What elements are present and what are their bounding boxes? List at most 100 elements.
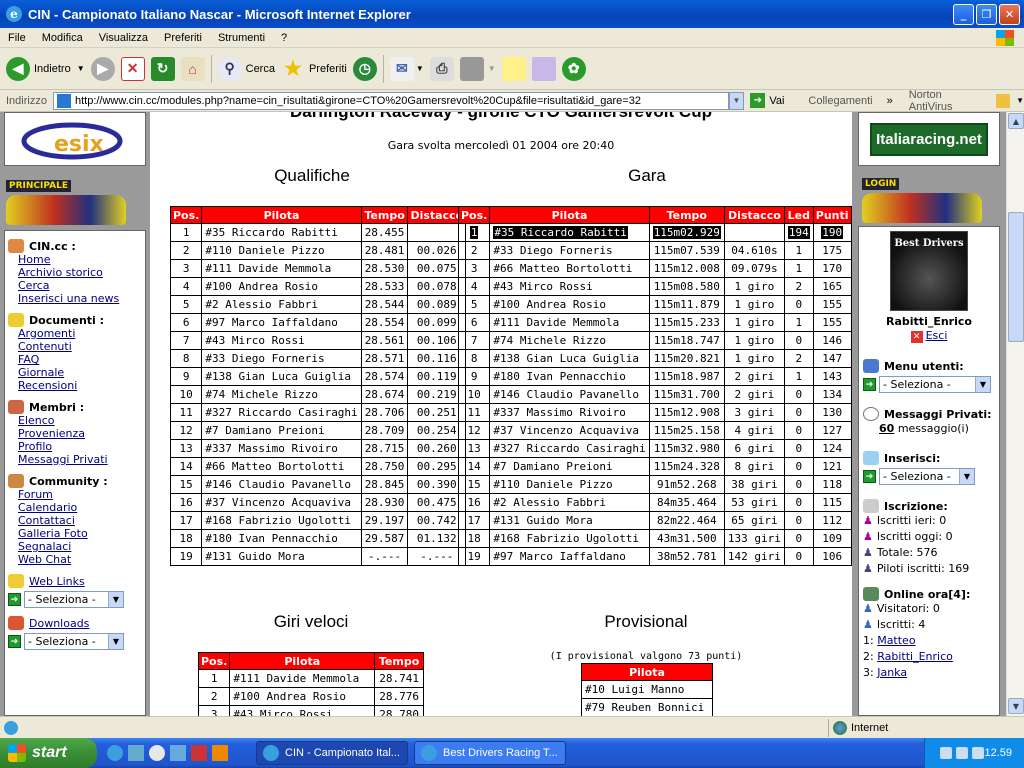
- web-links-heading[interactable]: Web Links: [8, 574, 142, 588]
- task-cin[interactable]: CIN - Campionato Ital...: [256, 741, 408, 765]
- nav-link[interactable]: Calendario: [8, 501, 142, 514]
- edit-button[interactable]: ▼: [459, 56, 496, 81]
- esix-logo[interactable]: esix: [4, 112, 146, 166]
- close-button[interactable]: ✕: [999, 3, 1020, 25]
- shortcut-icon[interactable]: [212, 745, 228, 761]
- resize-grip[interactable]: [1004, 719, 1024, 737]
- outlook-icon[interactable]: [128, 745, 144, 761]
- nav-link[interactable]: Profilo: [8, 440, 142, 453]
- norton-antivirus[interactable]: Norton AntiVirus: [909, 89, 987, 113]
- norton-icon[interactable]: [996, 93, 1011, 108]
- giri-cell: #100 Andrea Rosio: [229, 687, 376, 706]
- qualifiche-cell: 28.674: [360, 385, 409, 404]
- ie-quicklaunch-icon[interactable]: [107, 745, 123, 761]
- giri-cell: 28.741: [374, 669, 424, 688]
- online-user-1[interactable]: 1: Matteo: [863, 633, 995, 649]
- nav-link[interactable]: Inserisci una news: [8, 292, 142, 305]
- menu-file[interactable]: File: [0, 32, 34, 44]
- nav-link[interactable]: Provenienza: [8, 427, 142, 440]
- principale-banner[interactable]: PRINCIPALE: [6, 178, 126, 226]
- table-row: 2 #100 Andrea Rosio 28.776: [197, 687, 424, 706]
- iscritti-oggi: ♟ Iscritti oggi: 0: [863, 530, 953, 543]
- minimize-button[interactable]: _: [953, 3, 974, 25]
- tray-icon[interactable]: [956, 747, 969, 759]
- inserisci-select[interactable]: ➔ - Seleziona - ▼: [863, 468, 995, 485]
- vertical-scrollbar[interactable]: ▲ ▼: [1006, 112, 1024, 716]
- giri-cell: #43 Mirco Rossi: [229, 705, 376, 716]
- task-best-drivers[interactable]: Best Drivers Racing T...: [414, 741, 566, 765]
- maximize-button[interactable]: ❐: [976, 3, 997, 25]
- nav-link[interactable]: Recensioni: [8, 379, 142, 392]
- nav-link[interactable]: Archivio storico: [8, 266, 142, 279]
- qualifiche-cell: 4: [169, 277, 203, 296]
- gara-cell: 04.610s: [723, 241, 785, 260]
- qualifiche-cell: 18: [169, 529, 203, 548]
- menu-modifica[interactable]: Modifica: [34, 32, 91, 44]
- scroll-thumb[interactable]: [1008, 212, 1024, 342]
- links-chevron-icon[interactable]: »: [887, 95, 893, 107]
- left-nav-box: CIN.cc : Home Archivio storico Cerca Inseris…: [4, 230, 146, 716]
- nav-link[interactable]: FAQ: [8, 353, 142, 366]
- gara-cell: 43m31.500: [648, 529, 725, 548]
- downloads-heading[interactable]: Downloads: [8, 616, 142, 630]
- tray-icon[interactable]: [940, 747, 953, 759]
- web-links-select[interactable]: ➔ - Seleziona - ▼: [8, 591, 142, 608]
- mail-button[interactable]: ✉ ▼: [389, 56, 424, 81]
- online-user-2[interactable]: 2: Rabitti_Enrico: [863, 649, 995, 665]
- search-button[interactable]: ⚲ Cerca: [217, 56, 275, 81]
- menu-utenti-select[interactable]: ➔ - Seleziona - ▼: [863, 376, 995, 393]
- message-count[interactable]: 60 messaggio(i): [863, 421, 995, 437]
- online-user-3[interactable]: 3: Janka: [863, 665, 995, 681]
- stop-button[interactable]: ✕: [120, 56, 145, 81]
- favorites-button[interactable]: ★ Preferiti: [281, 57, 347, 81]
- menu-strumenti[interactable]: Strumenti: [210, 32, 273, 44]
- nav-link[interactable]: Forum: [8, 488, 142, 501]
- gara-cell: 115m32.980: [648, 439, 725, 458]
- tray-icon[interactable]: [972, 747, 985, 759]
- go-button[interactable]: ➔ Vai: [750, 93, 784, 108]
- menu-visualizza[interactable]: Visualizza: [91, 32, 156, 44]
- nav-link[interactable]: Elenco: [8, 414, 142, 427]
- table-row: 4 #43 Mirco Rossi 115m08.580 1 giro 2 165: [457, 277, 852, 296]
- go-icon: ➔: [863, 378, 876, 391]
- title-bar[interactable]: e CIN - Campionato Italiano Nascar - Mic…: [0, 0, 1024, 28]
- print-button[interactable]: ⎙: [429, 56, 454, 81]
- login-banner[interactable]: LOGIN: [862, 176, 982, 224]
- nav-link[interactable]: Home: [8, 253, 142, 266]
- gara-cell: 1 giro: [723, 349, 785, 368]
- app-icon[interactable]: [191, 745, 207, 761]
- nav-link[interactable]: Contenuti: [8, 340, 142, 353]
- media-player-icon[interactable]: [149, 745, 165, 761]
- nav-link[interactable]: Contattaci: [8, 514, 142, 527]
- table-row: 18 #180 Ivan Pennacchio 29.587 01.132: [169, 529, 467, 548]
- address-dropdown-button[interactable]: ▼: [728, 91, 745, 110]
- nav-link[interactable]: Cerca: [8, 279, 142, 292]
- refresh-button[interactable]: ↻: [150, 56, 175, 81]
- messenger-button[interactable]: ✿: [561, 56, 586, 81]
- address-input[interactable]: http://www.cin.cc/modules.php?name=cin_r…: [52, 91, 729, 110]
- notes-button[interactable]: [501, 56, 526, 81]
- nav-link[interactable]: Messaggi Privati: [8, 453, 142, 466]
- research-button[interactable]: [531, 56, 556, 81]
- gara-header: Led: [783, 206, 814, 224]
- nav-link[interactable]: Web Chat: [8, 553, 142, 566]
- nav-link[interactable]: Segnalaci: [8, 540, 142, 553]
- messenger-quicklaunch-icon[interactable]: [170, 745, 186, 761]
- menu-preferiti[interactable]: Preferiti: [156, 32, 210, 44]
- home-button[interactable]: ⌂: [180, 56, 205, 81]
- links-label[interactable]: Collegamenti: [808, 95, 872, 107]
- logout-link[interactable]: ✕ Esci: [863, 329, 995, 343]
- menu-help[interactable]: ?: [273, 32, 295, 44]
- italiaracing-logo[interactable]: Italiaracing.net: [858, 112, 1000, 166]
- scroll-down-icon[interactable]: ▼: [1008, 698, 1024, 714]
- nav-link[interactable]: Giornale: [8, 366, 142, 379]
- downloads-select[interactable]: ➔ - Seleziona - ▼: [8, 633, 142, 650]
- start-button[interactable]: start: [0, 738, 97, 768]
- nav-link[interactable]: Galleria Foto: [8, 527, 142, 540]
- history-button[interactable]: ◷: [352, 56, 377, 81]
- user-avatar[interactable]: Best Drivers: [890, 231, 968, 311]
- back-button[interactable]: ◀ Indietro ▼: [6, 56, 85, 81]
- scroll-up-icon[interactable]: ▲: [1008, 113, 1024, 129]
- forward-button[interactable]: ▶: [90, 56, 115, 81]
- nav-link[interactable]: Argomenti: [8, 327, 142, 340]
